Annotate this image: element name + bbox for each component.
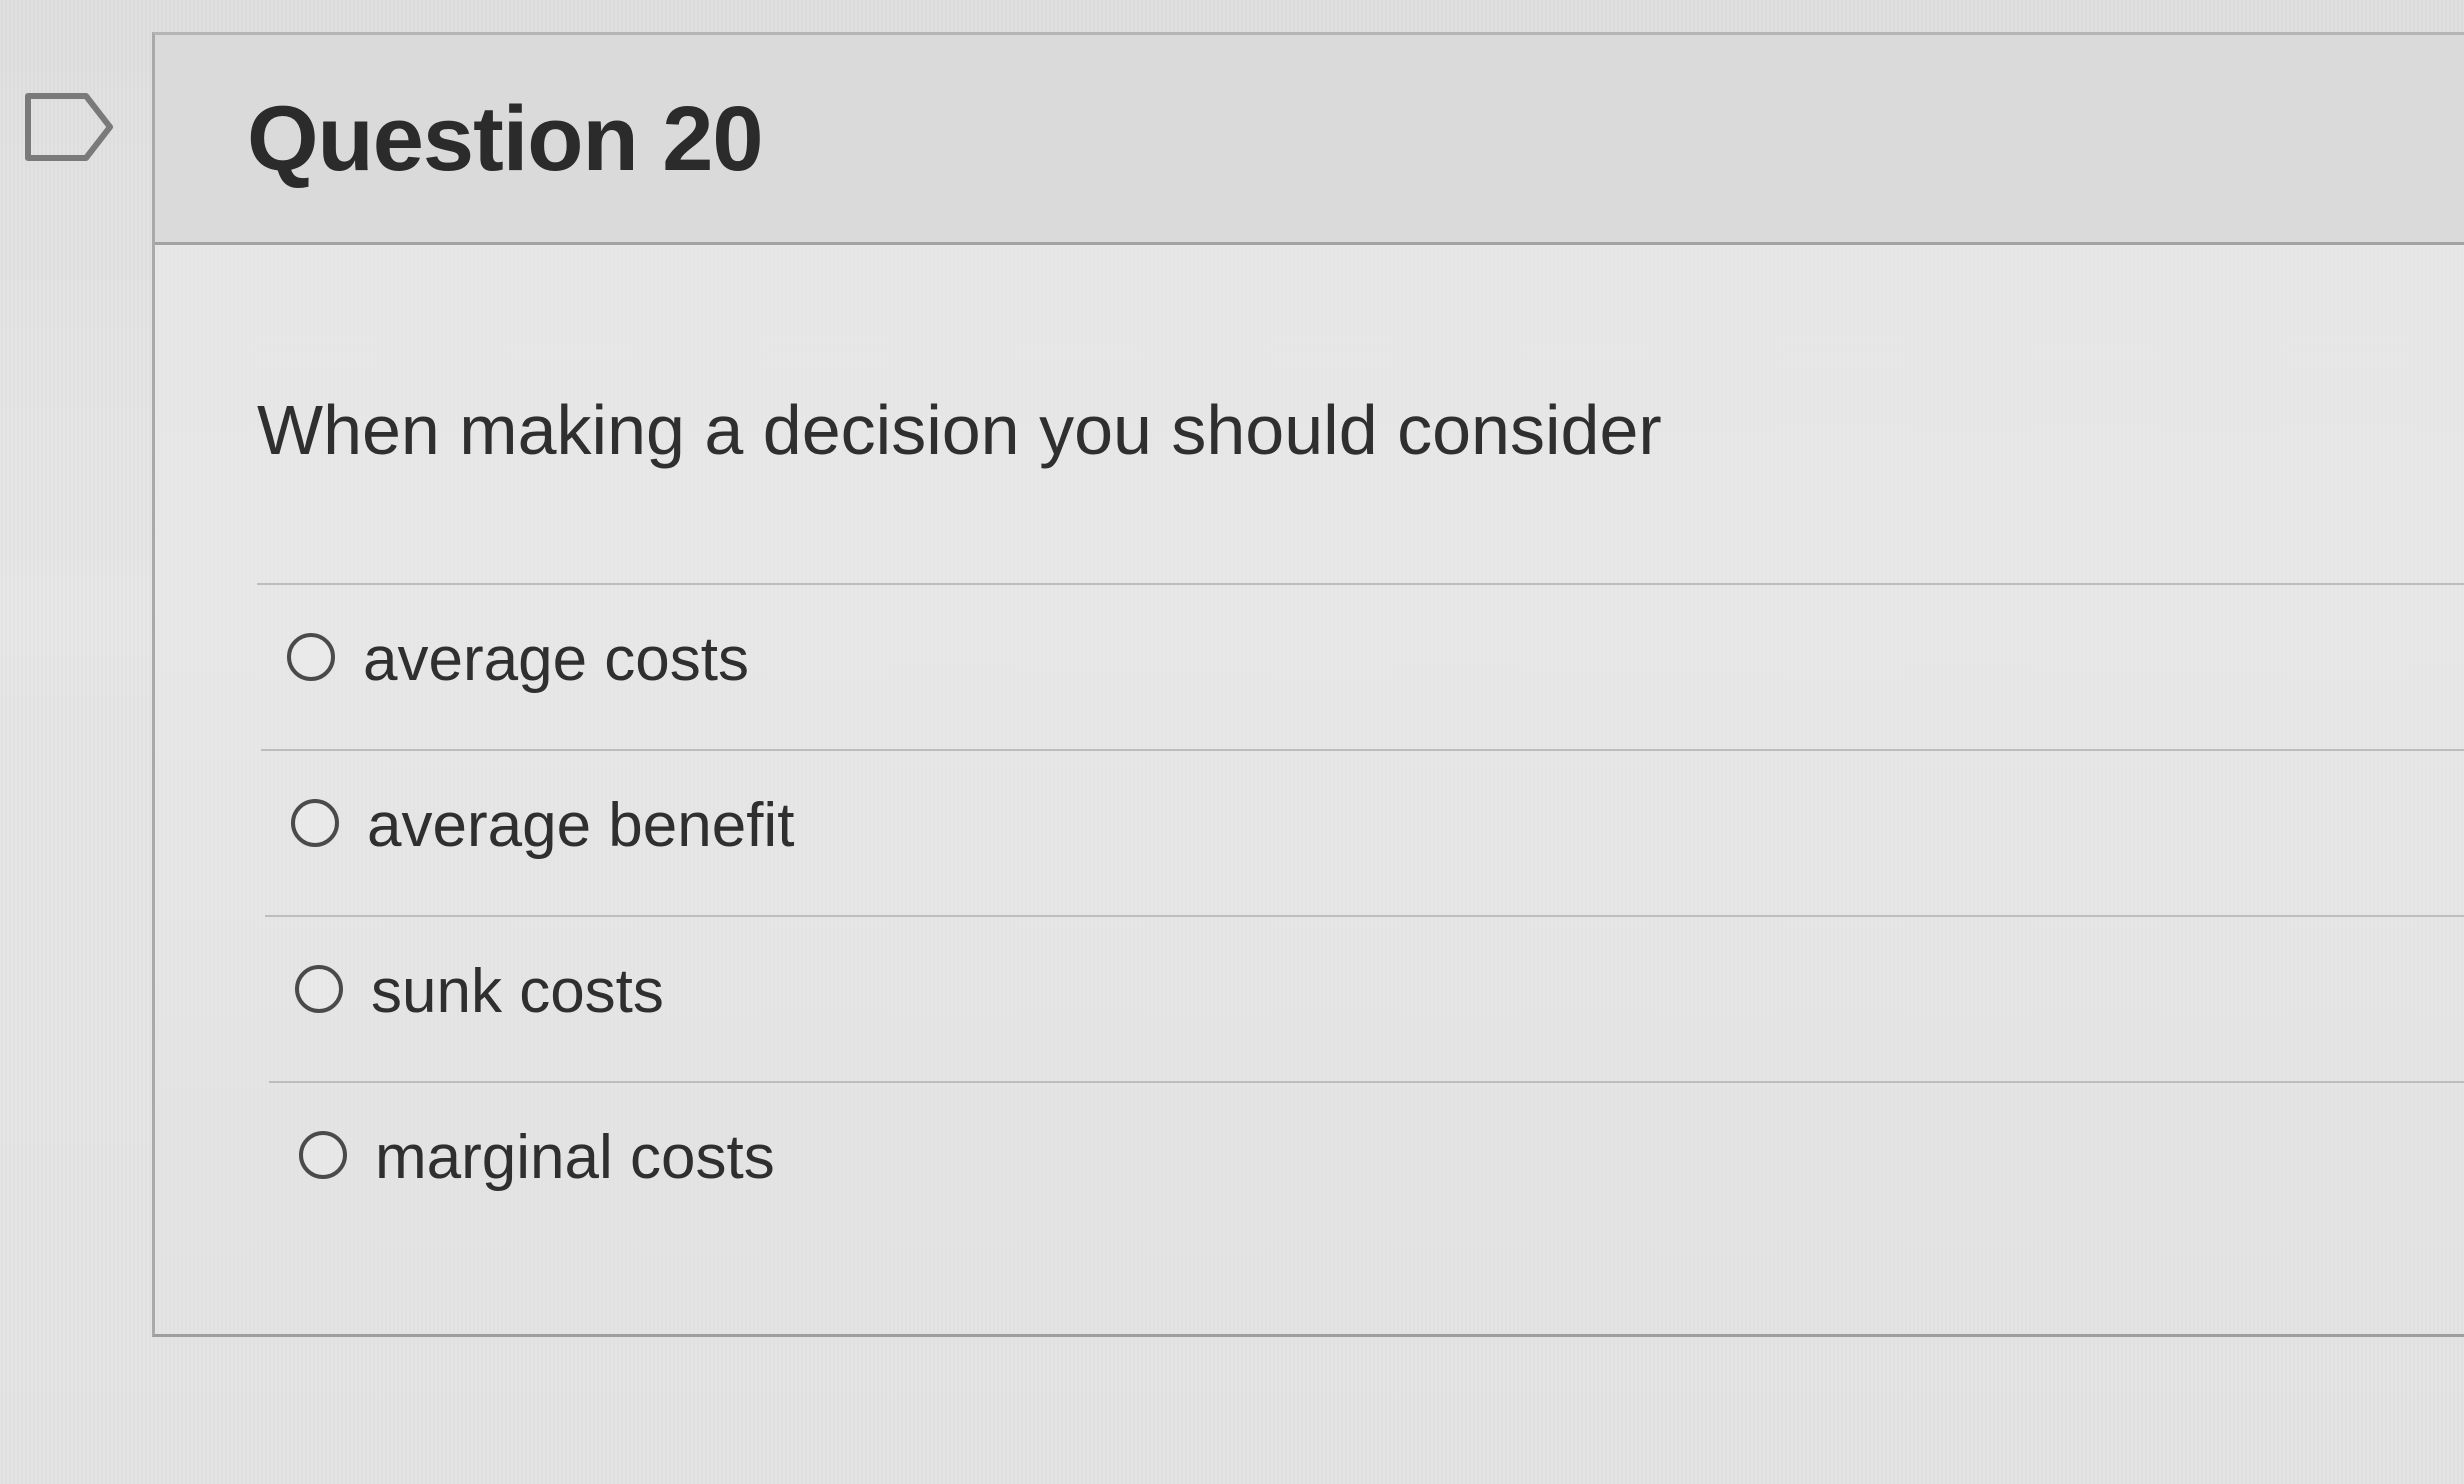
answer-label: average costs xyxy=(363,625,749,694)
answer-option-sunk-costs[interactable]: sunk costs xyxy=(265,915,2464,1081)
radio-button[interactable] xyxy=(287,633,335,681)
question-card: Question 20 When making a decision you s… xyxy=(152,32,2464,1337)
answer-label: average benefit xyxy=(367,791,795,860)
radio-button[interactable] xyxy=(291,799,339,847)
quiz-page: Question 20 When making a decision you s… xyxy=(0,0,2464,1484)
question-header: Question 20 xyxy=(155,35,2464,245)
flag-outline-icon xyxy=(25,93,113,161)
answer-option-average-costs[interactable]: average costs xyxy=(257,583,2464,749)
flag-question-icon[interactable] xyxy=(24,92,116,162)
answer-list: average costs average benefit sunk costs… xyxy=(257,583,2464,1247)
question-text: When making a decision you should consid… xyxy=(257,391,1662,469)
answer-option-average-benefit[interactable]: average benefit xyxy=(261,749,2464,915)
answer-label: marginal costs xyxy=(375,1123,775,1192)
question-title: Question 20 xyxy=(247,88,764,190)
radio-button[interactable] xyxy=(299,1131,347,1179)
radio-button[interactable] xyxy=(295,965,343,1013)
answer-label: sunk costs xyxy=(371,957,664,1026)
answer-option-marginal-costs[interactable]: marginal costs xyxy=(269,1081,2464,1247)
